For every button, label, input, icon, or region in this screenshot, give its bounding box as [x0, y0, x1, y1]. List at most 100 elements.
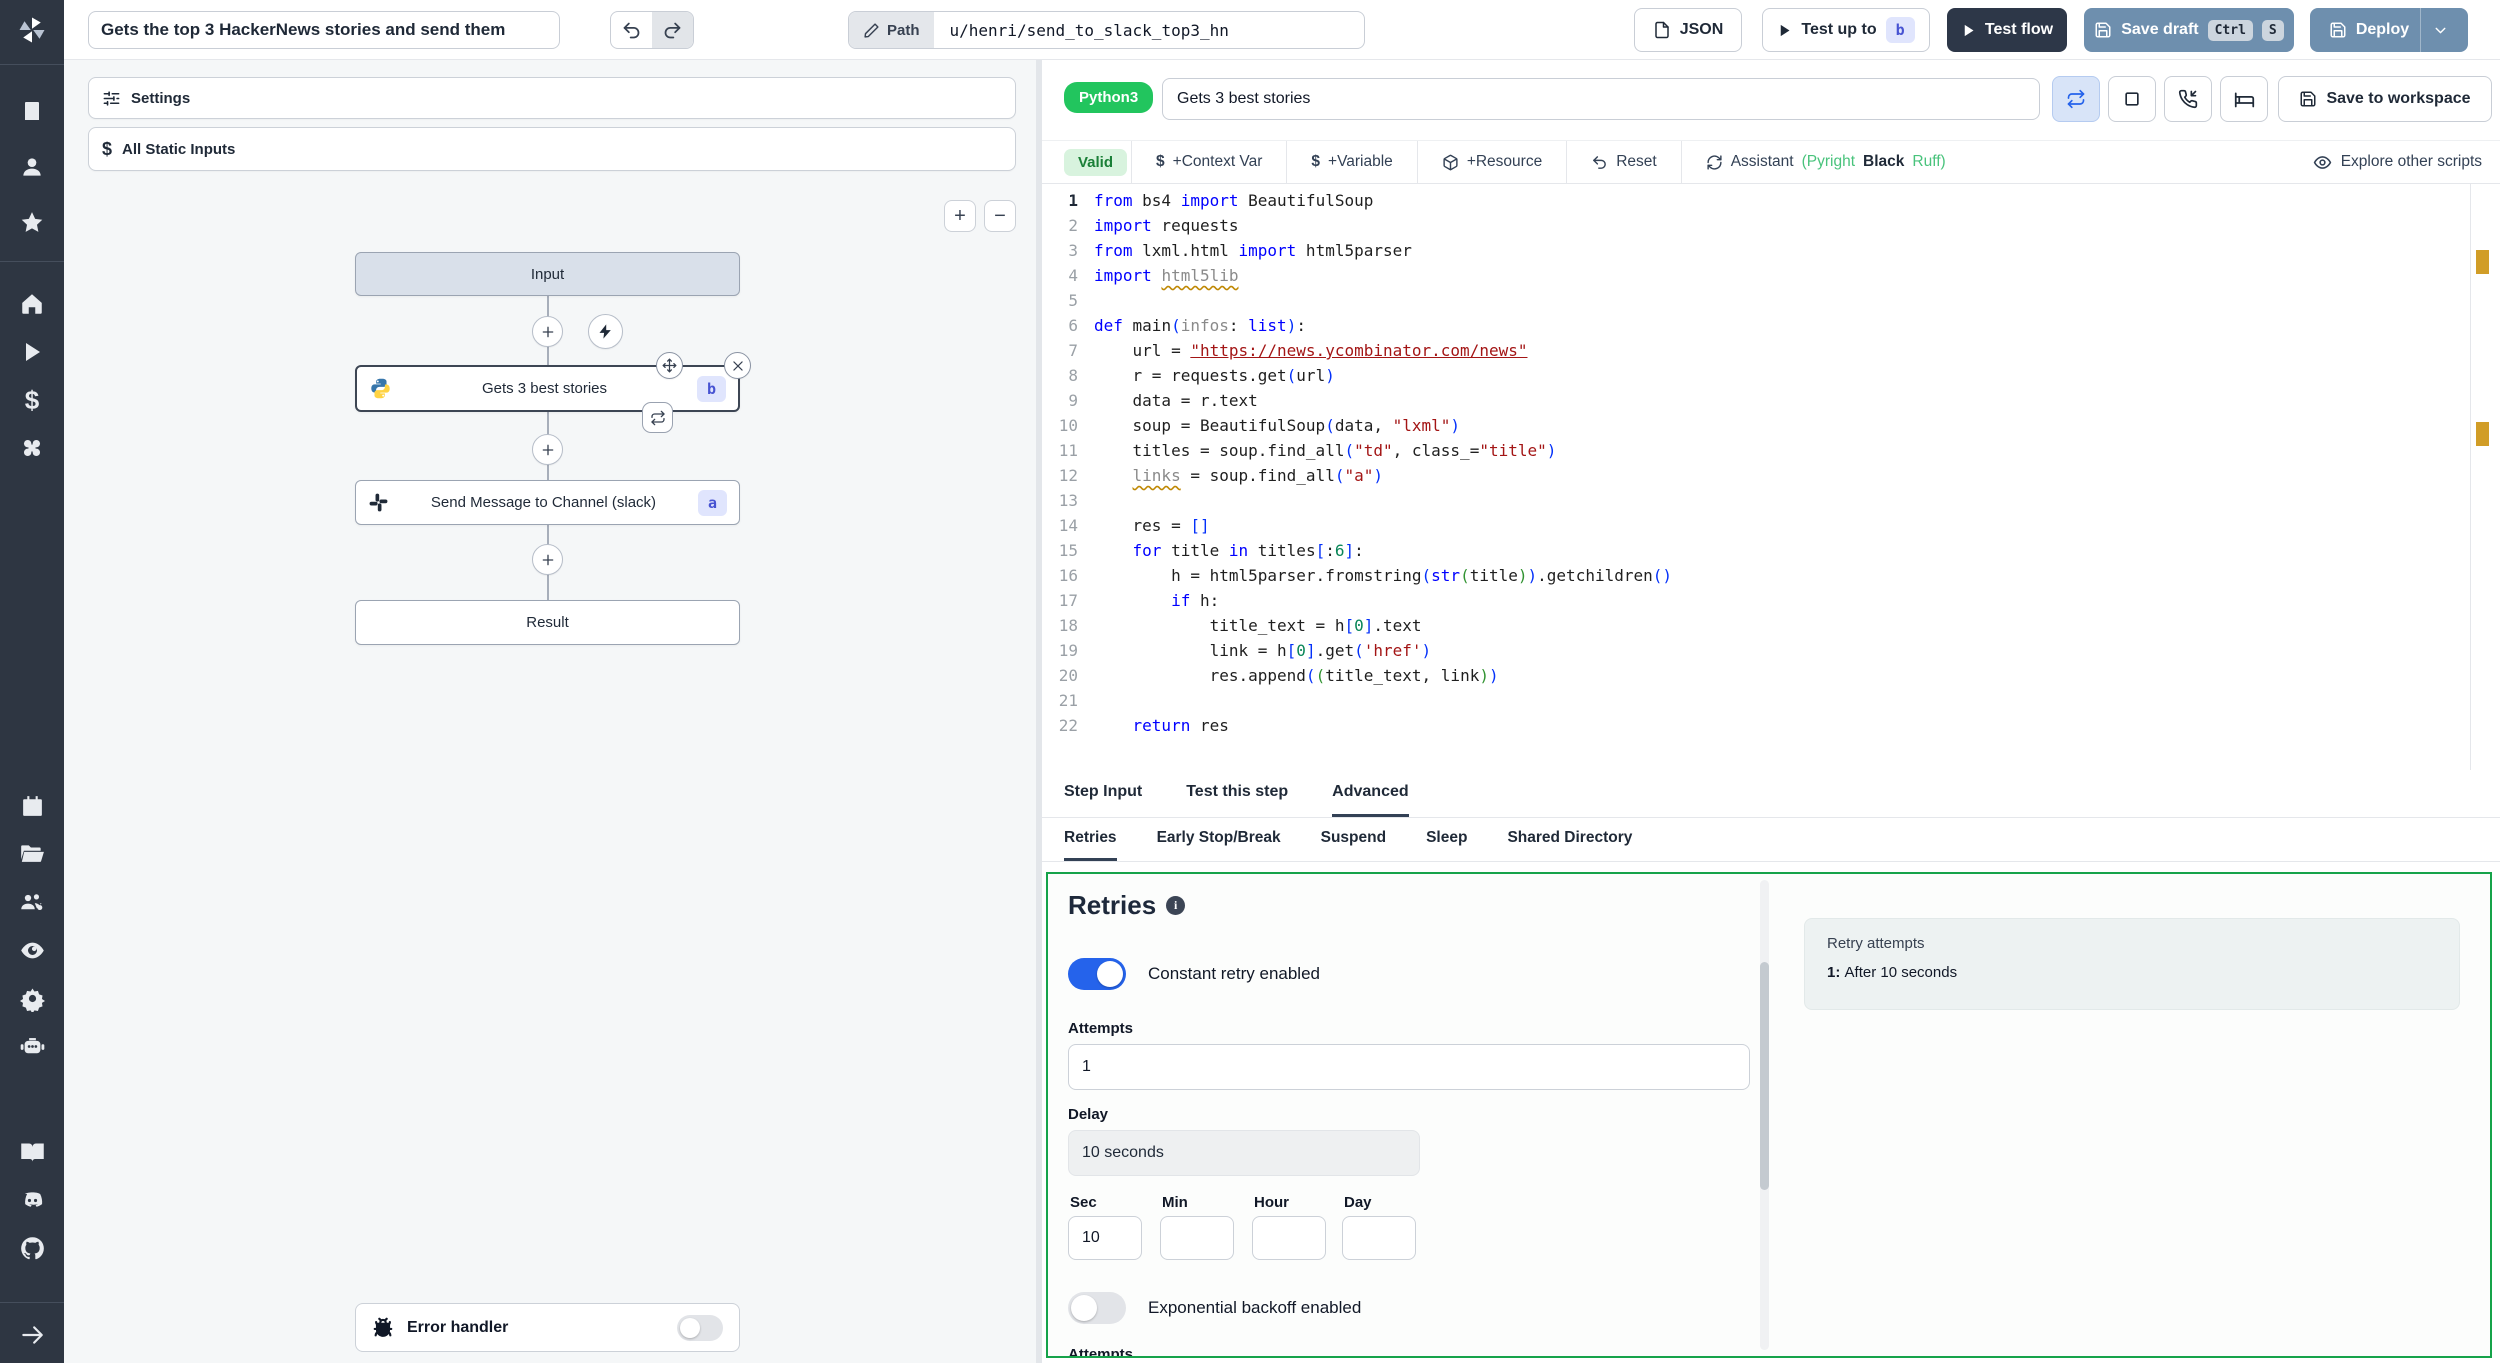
sidebar-item-resources[interactable]	[0, 424, 64, 472]
sidebar-item-groups[interactable]	[0, 878, 64, 926]
day-input[interactable]	[1342, 1216, 1416, 1260]
path-value[interactable]: u/henri/send_to_slack_top3_hn	[934, 12, 1364, 48]
step-retry-indicator-button[interactable]	[642, 402, 673, 433]
code-line[interactable]: 1 from bs4 import BeautifulSoup	[1042, 188, 2500, 213]
code-line[interactable]: 6 def main(infos: list):	[1042, 313, 2500, 338]
step-name-input[interactable]: Gets 3 best stories	[1162, 78, 2040, 120]
subtab-sleep[interactable]: Sleep	[1426, 818, 1467, 861]
sidebar-item-variables[interactable]: $	[0, 376, 64, 424]
windmill-logo-icon[interactable]	[0, 0, 64, 60]
code-line[interactable]: 5	[1042, 288, 2500, 313]
sleep-toolbar-button[interactable]	[2220, 76, 2268, 122]
code-line[interactable]: 15 for title in titles[:6]:	[1042, 538, 2500, 563]
insert-step-button[interactable]	[532, 316, 563, 347]
code-line[interactable]: 8 r = requests.get(url)	[1042, 363, 2500, 388]
flow-node-step-a[interactable]: Send Message to Channel (slack) a	[355, 480, 740, 525]
min-input[interactable]	[1160, 1216, 1234, 1260]
code-line[interactable]: 4 import html5lib	[1042, 263, 2500, 288]
retries-toolbar-button[interactable]	[2052, 76, 2100, 122]
suspend-toolbar-button[interactable]	[2164, 76, 2212, 122]
reset-button[interactable]: Reset	[1571, 153, 1677, 171]
code-line[interactable]: 7 url = "https://news.ycombinator.com/ne…	[1042, 338, 2500, 363]
code-line[interactable]: 21	[1042, 688, 2500, 713]
flow-node-result[interactable]: Result	[355, 600, 740, 645]
delete-step-button[interactable]	[724, 352, 751, 379]
sidebar-item-workers[interactable]	[0, 1022, 64, 1070]
exponential-backoff-toggle[interactable]	[1068, 1292, 1126, 1324]
code-line[interactable]: 17 if h:	[1042, 588, 2500, 613]
test-flow-button[interactable]: Test flow	[1947, 8, 2067, 52]
deploy-button[interactable]: Deploy	[2310, 8, 2468, 52]
flow-node-step-b[interactable]: Gets 3 best stories b	[355, 365, 740, 412]
path-field[interactable]: Path u/henri/send_to_slack_top3_hn	[848, 11, 1365, 49]
code-line[interactable]: 13	[1042, 488, 2500, 513]
code-line[interactable]: 12 links = soup.find_all("a")	[1042, 463, 2500, 488]
day-label: Day	[1344, 1194, 1372, 1211]
undo-button[interactable]	[611, 12, 652, 48]
sidebar-collapse-arrow-icon[interactable]	[0, 1307, 64, 1363]
code-line[interactable]: 3 from lxml.html import html5parser	[1042, 238, 2500, 263]
explore-other-scripts-button[interactable]: Explore other scripts	[2313, 153, 2482, 172]
sidebar-item-user[interactable]	[0, 143, 64, 191]
insert-step-button[interactable]	[532, 434, 563, 465]
hour-input[interactable]	[1252, 1216, 1326, 1260]
sidebar-item-docs[interactable]	[0, 1128, 64, 1176]
error-handler-toggle[interactable]	[677, 1314, 723, 1341]
add-variable-button[interactable]: $ +Variable	[1291, 153, 1412, 171]
attempts-input[interactable]: 1	[1068, 1044, 1750, 1090]
retries-scrollbar[interactable]	[1760, 880, 1769, 1350]
json-button[interactable]: JSON	[1634, 8, 1742, 52]
insert-step-button[interactable]	[532, 544, 563, 575]
subtab-retries[interactable]: Retries	[1064, 818, 1117, 861]
code-line[interactable]: 22 return res	[1042, 713, 2500, 738]
sidebar-item-organization[interactable]	[0, 87, 64, 135]
canvas-zoom-in-button[interactable]: +	[944, 200, 976, 232]
subtab-suspend[interactable]: Suspend	[1321, 818, 1386, 861]
code-line[interactable]: 9 data = r.text	[1042, 388, 2500, 413]
sidebar-item-schedules[interactable]	[0, 782, 64, 830]
all-static-inputs-button[interactable]: $ All Static Inputs	[88, 127, 1016, 171]
flow-settings-button[interactable]: Settings	[88, 77, 1016, 119]
subtab-shared-directory[interactable]: Shared Directory	[1507, 818, 1632, 861]
code-line[interactable]: 18 title_text = h[0].text	[1042, 613, 2500, 638]
assistant-button[interactable]: Assistant (Pyright Black Ruff)	[1686, 153, 1966, 171]
trigger-button[interactable]	[588, 314, 623, 349]
code-editor[interactable]: 1 from bs4 import BeautifulSoup 2 import re…	[1042, 184, 2500, 770]
sidebar-item-home[interactable]	[0, 280, 64, 328]
tab-step-input[interactable]: Step Input	[1064, 770, 1142, 817]
early-stop-toolbar-button[interactable]	[2108, 76, 2156, 122]
info-icon[interactable]: i	[1166, 896, 1186, 915]
sidebar-item-runs[interactable]	[0, 328, 64, 376]
code-line[interactable]: 14 res = []	[1042, 513, 2500, 538]
save-draft-button[interactable]: Save draft Ctrl S	[2084, 8, 2294, 52]
add-resource-button[interactable]: +Resource	[1422, 153, 1562, 171]
sec-input[interactable]: 10	[1068, 1216, 1142, 1260]
tab-test-this-step[interactable]: Test this step	[1186, 770, 1288, 817]
tab-advanced[interactable]: Advanced	[1332, 770, 1409, 817]
flow-node-input[interactable]: Input	[355, 252, 740, 296]
code-line[interactable]: 16 h = html5parser.fromstring(str(title)…	[1042, 563, 2500, 588]
save-to-workspace-button[interactable]: Save to workspace	[2278, 76, 2492, 122]
add-context-var-button[interactable]: $ +Context Var	[1136, 153, 1282, 171]
constant-retry-toggle[interactable]	[1068, 958, 1126, 990]
code-line[interactable]: 10 soup = BeautifulSoup(data, "lxml")	[1042, 413, 2500, 438]
flow-title-input[interactable]: Gets the top 3 HackerNews stories and se…	[88, 11, 560, 49]
code-line[interactable]: 20 res.append((title_text, link))	[1042, 663, 2500, 688]
sidebar-item-audit-logs[interactable]	[0, 926, 64, 974]
test-up-to-button[interactable]: Test up to b	[1762, 8, 1930, 52]
sidebar-item-settings[interactable]	[0, 974, 64, 1022]
chevron-down-icon[interactable]	[2432, 22, 2449, 39]
subtab-early-stop[interactable]: Early Stop/Break	[1157, 818, 1281, 861]
code-line[interactable]: 2 import requests	[1042, 213, 2500, 238]
code-line[interactable]: 11 titles = soup.find_all("td", class_="…	[1042, 438, 2500, 463]
redo-button[interactable]	[652, 12, 693, 48]
code-line[interactable]: 19 link = h[0].get('href')	[1042, 638, 2500, 663]
error-handler-box[interactable]: Error handler	[355, 1303, 740, 1352]
sidebar-item-favorites[interactable]	[0, 199, 64, 247]
move-step-handle[interactable]	[656, 352, 683, 379]
sidebar-item-github[interactable]	[0, 1224, 64, 1272]
sidebar-item-folders[interactable]	[0, 830, 64, 878]
scrollbar-thumb[interactable]	[1760, 962, 1769, 1190]
sidebar-item-discord[interactable]	[0, 1176, 64, 1224]
canvas-zoom-out-button[interactable]: −	[984, 200, 1016, 232]
